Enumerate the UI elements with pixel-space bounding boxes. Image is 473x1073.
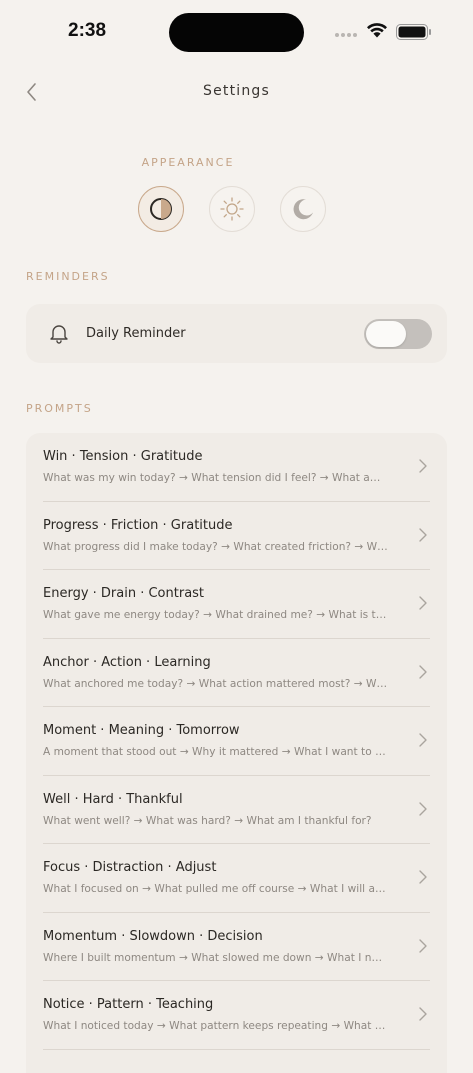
chevron-right-icon xyxy=(419,459,427,473)
reminders-section-label: REMINDERS xyxy=(26,270,110,283)
prompts-section-label: PROMPTS xyxy=(26,402,93,415)
prompt-item-win-tension-gratitude[interactable]: Win · Tension · Gratitude What was my wi… xyxy=(26,433,447,502)
chevron-right-icon xyxy=(419,527,427,542)
half-circle-icon xyxy=(150,198,172,220)
navigation-bar: Settings xyxy=(0,72,473,112)
prompt-title: Energy · Drain · Contrast xyxy=(43,586,205,601)
appearance-options xyxy=(138,186,326,232)
sun-icon xyxy=(220,197,244,221)
prompt-subtitle: A moment that stood out → Why it mattere… xyxy=(43,746,388,758)
chevron-right-icon xyxy=(419,664,427,679)
bell-icon xyxy=(50,325,68,344)
chevron-right-icon xyxy=(419,596,427,610)
wifi-icon xyxy=(367,23,387,38)
status-bar: 2:38 xyxy=(0,0,473,66)
daily-reminder-row: Daily Reminder xyxy=(26,304,447,363)
prompt-item-anchor-action-learning[interactable]: Anchor · Action · Learning What anchored… xyxy=(26,639,447,708)
toggle-knob xyxy=(366,321,406,347)
daily-reminder-label: Daily Reminder xyxy=(86,326,186,341)
prompt-subtitle: What was my win today? → What tension di… xyxy=(43,472,388,484)
theme-dark-button[interactable] xyxy=(280,186,326,232)
prompt-item-momentum-slowdown-decision[interactable]: Momentum · Slowdown · Decision Where I b… xyxy=(26,913,447,982)
prompt-item-focus-distraction-adjust[interactable]: Focus · Distraction · Adjust What I focu… xyxy=(26,844,447,913)
prompt-subtitle: Where I built momentum → What slowed me … xyxy=(43,951,388,964)
appearance-section-label: APPEARANCE xyxy=(141,156,235,169)
chevron-right-icon xyxy=(419,733,427,747)
prompt-title: Progress · Friction · Gratitude xyxy=(43,517,233,533)
prompt-subtitle: What gave me energy today? → What draine… xyxy=(43,609,388,621)
page-title: Settings xyxy=(202,83,271,99)
prompt-item-well-hard-thankful[interactable]: Well · Hard · Thankful What went well? →… xyxy=(26,776,447,845)
prompt-list: Win · Tension · Gratitude What was my wi… xyxy=(26,433,447,1073)
chevron-right-icon xyxy=(419,870,427,884)
prompt-item-progress-friction-gratitude[interactable]: Progress · Friction · Gratitude What pro… xyxy=(26,502,447,571)
prompt-subtitle: What I noticed today → What pattern keep… xyxy=(43,1020,388,1032)
prompt-title: Win · Tension · Gratitude xyxy=(43,449,203,464)
prompt-title: Anchor · Action · Learning xyxy=(43,654,211,670)
prompt-title: Moment · Meaning · Tomorrow xyxy=(43,723,240,738)
status-time: 2:38 xyxy=(68,20,107,41)
theme-light-button[interactable] xyxy=(209,186,255,232)
moon-icon xyxy=(293,199,313,220)
prompt-title: Notice · Pattern · Teaching xyxy=(43,997,214,1012)
prompt-title: Momentum · Slowdown · Decision xyxy=(43,928,263,944)
prompt-title: Focus · Distraction · Adjust xyxy=(43,860,217,875)
prompt-item-energy-drain-contrast[interactable]: Energy · Drain · Contrast What gave me e… xyxy=(26,570,447,639)
cellular-signal-icon xyxy=(335,33,357,37)
theme-system-button[interactable] xyxy=(138,186,184,232)
prompt-subtitle: What went well? → What was hard? → What … xyxy=(43,814,372,827)
chevron-right-icon xyxy=(419,938,427,953)
prompt-item-notice-pattern-teaching[interactable]: Notice · Pattern · Teaching What I notic… xyxy=(26,981,447,1050)
prompt-subtitle: What anchored me today? → What action ma… xyxy=(43,677,388,690)
prompt-title: Well · Hard · Thankful xyxy=(43,791,183,807)
daily-reminder-toggle[interactable] xyxy=(364,319,432,349)
prompt-subtitle: What progress did I make today? → What c… xyxy=(43,540,388,553)
battery-icon xyxy=(396,24,431,40)
prompt-subtitle: What I focused on → What pulled me off c… xyxy=(43,883,388,895)
chevron-right-icon xyxy=(419,801,427,816)
dynamic-island xyxy=(169,13,304,52)
chevron-right-icon xyxy=(419,1007,427,1021)
prompt-item-moment-meaning-tomorrow[interactable]: Moment · Meaning · Tomorrow A moment tha… xyxy=(26,707,447,776)
